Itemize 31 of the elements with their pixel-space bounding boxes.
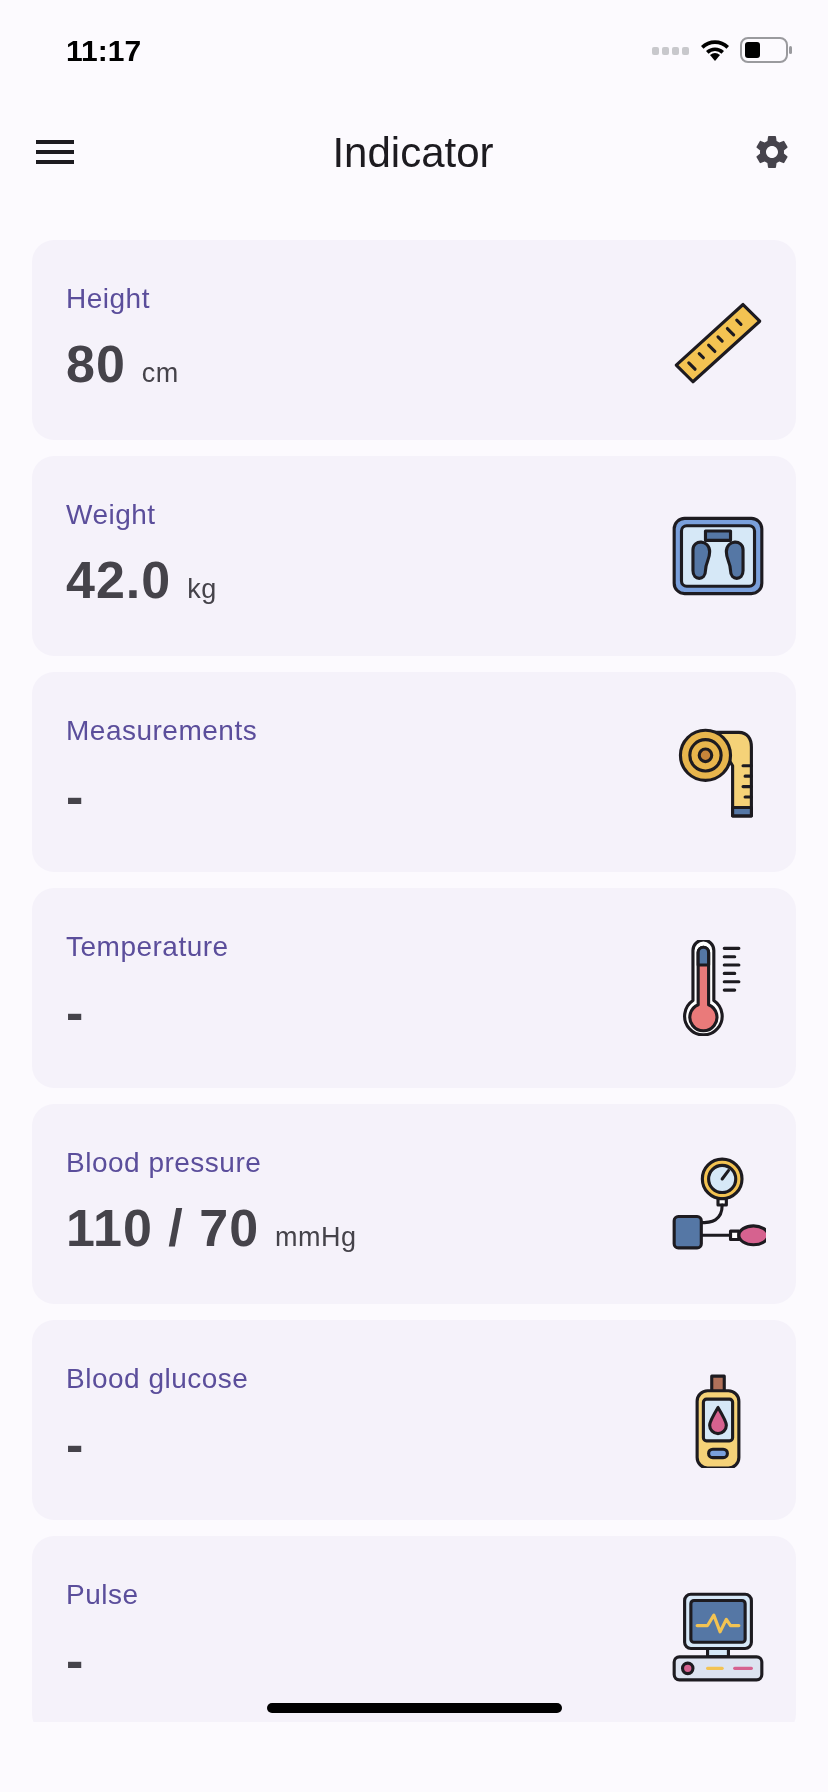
page-title: Indicator <box>332 127 494 178</box>
battery-icon <box>740 37 792 63</box>
wifi-icon <box>700 38 730 62</box>
indicator-value: 42.0 <box>66 550 172 610</box>
indicator-card[interactable]: Temperature - <box>32 888 796 1088</box>
indicator-value: - <box>66 766 85 826</box>
indicator-unit: mmHg <box>275 1221 357 1254</box>
indicator-value: - <box>66 1630 85 1690</box>
indicator-card[interactable]: Height 80 cm <box>32 240 796 440</box>
indicator-value: - <box>66 982 85 1042</box>
indicator-label: Blood pressure <box>66 1146 263 1180</box>
indicator-unit: kg <box>187 573 217 606</box>
indicator-card[interactable]: Weight 42.0 kg <box>32 456 796 656</box>
menu-button[interactable] <box>36 137 74 167</box>
indicator-value: 80 <box>66 334 126 394</box>
indicator-label: Height <box>66 282 151 316</box>
indicator-label: Measurements <box>66 714 258 748</box>
indicator-card[interactable]: Blood pressure 110 / 70 mmHg <box>32 1104 796 1304</box>
indicator-card[interactable]: Blood glucose - <box>32 1320 796 1520</box>
blood-pressure-monitor-icon <box>670 1156 766 1252</box>
indicator-label: Pulse <box>66 1578 139 1612</box>
indicator-card[interactable]: Measurements - <box>32 672 796 872</box>
indicator-label: Temperature <box>66 930 229 964</box>
indicator-card[interactable]: Pulse - <box>32 1536 796 1722</box>
signal-icon <box>652 44 690 56</box>
indicator-label: Weight <box>66 498 157 532</box>
indicator-unit: cm <box>141 357 179 390</box>
indicator-value: - <box>66 1414 85 1474</box>
status-time: 11:17 <box>66 32 142 69</box>
indicator-label: Blood glucose <box>66 1362 249 1396</box>
indicator-value: 110 / 70 <box>66 1198 260 1258</box>
